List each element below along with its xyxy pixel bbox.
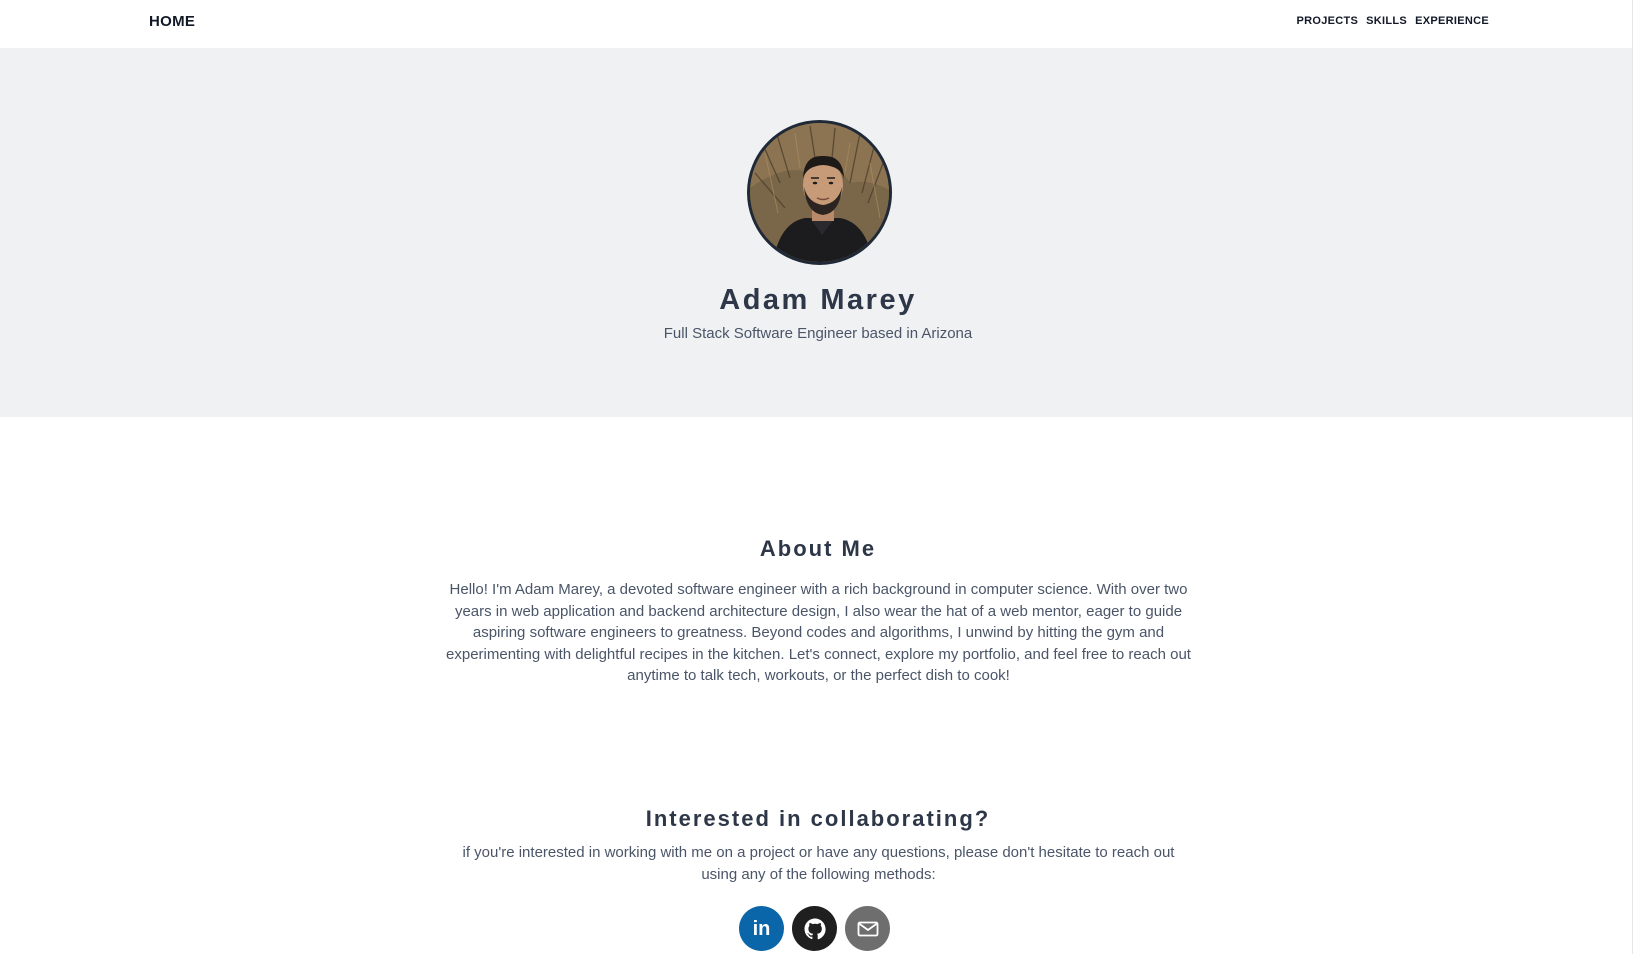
page: HOME PROJECTS SKILLS EXPERIENCE Adam Mar…: [0, 0, 1642, 954]
profile-photo-icon: [750, 123, 889, 262]
github-button[interactable]: [792, 906, 837, 951]
about-title: About Me: [759, 536, 877, 561]
collaborate-text: if you're interested in working with me …: [462, 844, 1175, 883]
avatar: [747, 120, 892, 265]
github-icon: [804, 918, 826, 939]
top-navbar: HOME PROJECTS SKILLS EXPERIENCE: [0, 0, 1632, 48]
hero-section: Adam Marey Full Stack Software Engineer …: [0, 48, 1632, 417]
linkedin-icon: in: [752, 917, 771, 940]
mail-icon: [857, 921, 878, 936]
social-links: in: [739, 906, 890, 951]
collaborate-title: Interested in collaborating?: [645, 806, 991, 831]
scrollbar[interactable]: [1632, 0, 1642, 954]
nav-link-projects[interactable]: PROJECTS: [1296, 15, 1358, 27]
hero-name: Adam Marey: [719, 284, 917, 316]
hero-subtitle: Full Stack Software Engineer based in Ar…: [663, 325, 973, 342]
linkedin-button[interactable]: in: [739, 906, 784, 951]
nav-link-skills[interactable]: SKILLS: [1366, 15, 1407, 27]
nav-links: PROJECTS SKILLS EXPERIENCE: [1296, 15, 1489, 27]
nav-link-experience[interactable]: EXPERIENCE: [1415, 15, 1489, 27]
email-button[interactable]: [845, 906, 890, 951]
nav-home-link[interactable]: HOME: [149, 13, 195, 30]
about-text: Hello! I'm Adam Marey, a devoted softwar…: [446, 581, 1191, 684]
